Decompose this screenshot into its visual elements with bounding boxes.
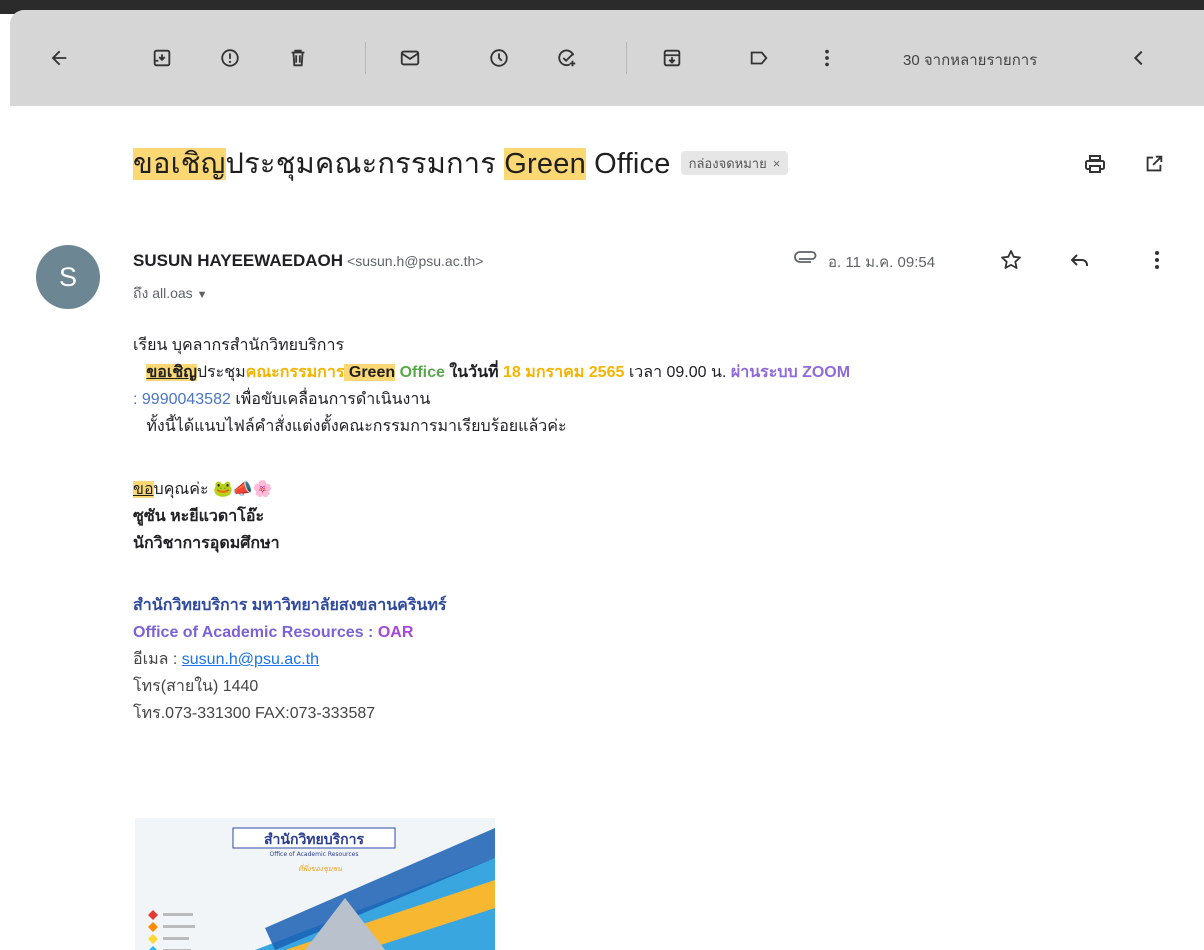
text: 18 มกราคม 2565 xyxy=(503,364,625,381)
text: Office of Academic Resources : xyxy=(133,624,378,641)
poster-title: สำนักวิทยบริการ xyxy=(264,832,364,848)
subject-text: Office xyxy=(585,148,671,180)
report-spam-button[interactable] xyxy=(214,42,246,74)
arrow-left-icon xyxy=(51,50,67,66)
star-button[interactable] xyxy=(997,246,1025,274)
label-text: กล่องจดหมาย xyxy=(688,155,767,171)
invite-highlight: ขอเชิญ xyxy=(146,364,197,381)
thanks-line: ขอบคุณค่ะ 🐸📣🌸 xyxy=(133,475,1193,503)
message-date: อ. 11 ม.ค. 09:54 xyxy=(828,254,936,271)
open-new-window-button[interactable] xyxy=(1140,150,1168,178)
more-vert-icon xyxy=(1155,251,1159,269)
text: ผ่านระบบ ZOOM xyxy=(730,364,851,381)
trash-icon xyxy=(291,49,305,67)
subject-row: ขอเชิญประชุมคณะกรรมการ Green Office กล่อ… xyxy=(133,140,789,186)
toolbar: 30 จากหลายรายการ xyxy=(10,10,1204,106)
org-thai: สำนักวิทยบริการ มหาวิทยาลัยสงขลานครินทร์ xyxy=(133,597,447,614)
text: เวลา 09.00 น. xyxy=(624,364,731,381)
greeting-line: เรียน บุคลากรสำนักวิทยบริการ xyxy=(133,337,345,354)
text: เพื่อขับเคลื่อนการดำเนินงาน xyxy=(230,391,431,408)
text: บคุณค่ะ xyxy=(153,481,213,498)
delete-button[interactable] xyxy=(282,42,314,74)
signature-poster-image[interactable]: สำนักวิทยบริการ Office of Academic Resou… xyxy=(135,818,495,950)
print-icon xyxy=(1085,155,1105,173)
signature-title: นักวิชาการอุดมศึกษา xyxy=(133,535,280,552)
add-task-button[interactable] xyxy=(551,42,583,74)
emoji-icons: 🐸📣🌸 xyxy=(213,479,273,498)
message-count: 30 จากหลายรายการ xyxy=(903,52,1038,69)
mark-unread-button[interactable] xyxy=(394,42,426,74)
recipients-text: ถึง all.oas xyxy=(133,285,193,301)
message-more-button[interactable] xyxy=(1143,246,1171,274)
text: ประชุม xyxy=(196,364,246,381)
attachment-icon xyxy=(794,251,817,263)
sender-line: SUSUN HAYEEWAEDAOH <susun.h@psu.ac.th> xyxy=(133,251,483,271)
toolbar-divider xyxy=(626,42,627,74)
text: OAR xyxy=(377,624,414,641)
archive-icon xyxy=(153,49,171,67)
phone-fax: โทร.073-331300 FAX:073-333587 xyxy=(133,705,376,722)
zoom-line: : 9990043582 เพื่อขับเคลื่อนการดำเนินงาน xyxy=(133,386,1193,413)
zoom-id: : 9990043582 xyxy=(133,391,231,408)
archive-button[interactable] xyxy=(146,42,178,74)
open-in-new-icon xyxy=(1146,155,1163,172)
mail-icon xyxy=(400,50,420,66)
task-add-icon xyxy=(558,49,576,67)
text: Green xyxy=(344,364,396,381)
signature-name: ซูซัน หะยีแวดาโอ๊ะ xyxy=(133,508,265,525)
reply-icon xyxy=(1070,254,1088,266)
text: ในวันที่ xyxy=(444,364,504,381)
report-icon xyxy=(221,49,239,67)
labels-button[interactable] xyxy=(743,42,775,74)
caret-down-icon: ▼ xyxy=(196,289,208,301)
star-icon xyxy=(1001,250,1021,269)
phone-internal: โทร(สายใน) 1440 xyxy=(133,678,259,695)
thanks-highlight: ขอ xyxy=(133,481,154,498)
inbox-label-chip[interactable]: กล่องจดหมาย × xyxy=(680,151,789,175)
sender-name[interactable]: SUSUN HAYEEWAEDAOH xyxy=(133,251,343,270)
subject-highlight: Green xyxy=(504,148,586,180)
email-line: อีเมล : susun.h@psu.ac.th xyxy=(133,646,1193,673)
reply-button[interactable] xyxy=(1066,246,1094,274)
toolbar-divider xyxy=(365,42,366,74)
print-button[interactable] xyxy=(1081,150,1109,178)
org-english: Office of Academic Resources : OAR xyxy=(133,619,1193,646)
move-to-button[interactable] xyxy=(656,42,688,74)
poster-subtitle: Office of Academic Resources xyxy=(270,851,359,858)
more-vert-icon xyxy=(825,49,829,67)
sender-email: <susun.h@psu.ac.th> xyxy=(347,253,484,269)
snooze-button[interactable] xyxy=(483,42,515,74)
prev-button[interactable] xyxy=(1123,42,1155,74)
chevron-left-icon xyxy=(1133,50,1143,66)
text: Office xyxy=(395,364,445,381)
poster-graphic: สำนักวิทยบริการ Office of Academic Resou… xyxy=(135,818,495,950)
page-title: ขอเชิญประชุมคณะกรรมการ Green Office xyxy=(133,140,671,186)
text: ทั้งนี้ได้แนบไฟล์คำสั่งแต่งตั้งคณะกรรมกา… xyxy=(146,418,567,435)
poster-tagline: ที่พึ่งของชุมชน xyxy=(298,863,342,873)
recipients-toggle[interactable]: ถึง all.oas ▼ xyxy=(133,283,208,305)
attachment-note-line: ทั้งนี้ได้แนบไฟล์คำสั่งแต่งตั้งคณะกรรมกา… xyxy=(133,413,1193,440)
invitation-line: ขอเชิญประชุมคณะกรรมการ Green Office ในวั… xyxy=(133,359,1193,386)
subject-highlight: ขอเชิญ xyxy=(133,148,226,180)
back-button[interactable] xyxy=(43,42,75,74)
more-button[interactable] xyxy=(811,42,843,74)
move-icon xyxy=(663,49,681,67)
email-link[interactable]: susun.h@psu.ac.th xyxy=(182,651,319,668)
clock-icon xyxy=(490,49,508,67)
text: คณะกรรมการ xyxy=(245,364,345,381)
label-icon xyxy=(750,51,768,65)
subject-text: ประชุมคณะกรรมการ xyxy=(225,148,505,180)
avatar[interactable]: S xyxy=(36,245,100,309)
message-body: เรียน บุคลากรสำนักวิทยบริการ ขอเชิญประชุ… xyxy=(133,332,1193,727)
text: อีเมล : xyxy=(133,651,182,668)
remove-label-button[interactable]: × xyxy=(773,156,781,171)
